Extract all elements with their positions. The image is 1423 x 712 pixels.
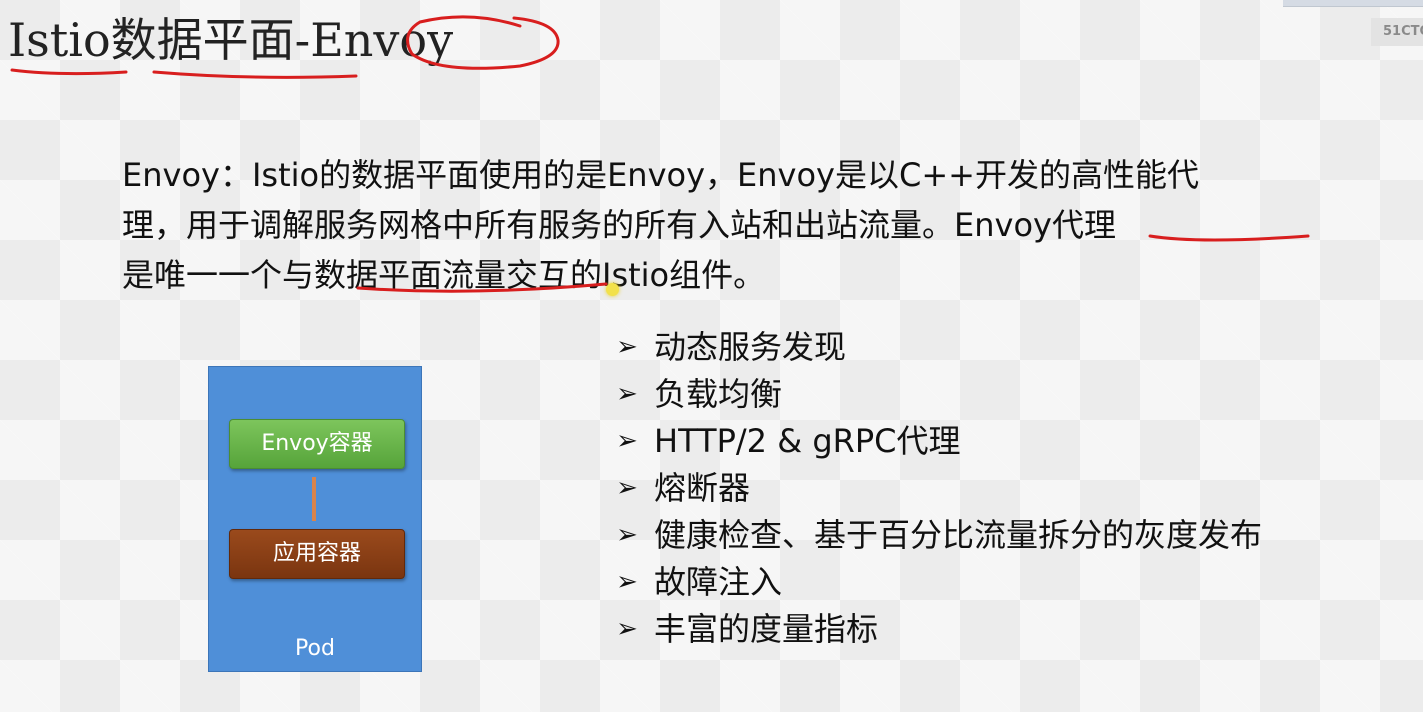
feature-item: ➢ 熔断器 [612,465,1262,512]
feature-label: 动态服务发现 [654,328,847,366]
intro-line-3: 是唯一一个与数据平面流量交互的Istio组件。 [122,256,766,294]
intro-paragraph: Envoy：Istio的数据平面使用的是Envoy，Envoy是以C++开发的高… [122,150,1322,300]
pod-diagram: Envoy容器 应用容器 Pod [208,366,422,672]
feature-label: 熔断器 [654,469,751,507]
feature-item: ➢ HTTP/2 & gRPC代理 [612,418,1262,465]
feature-item: ➢ 负载均衡 [612,371,1262,418]
watermark-logo: 51CTO [1371,18,1423,46]
slide-title: Istio数据平面-Envoy [8,13,454,67]
feature-item: ➢ 丰富的度量指标 [612,606,1262,653]
feature-label: 健康检查、基于百分比流量拆分的灰度发布 [654,516,1263,554]
feature-list: ➢ 动态服务发现 ➢ 负载均衡 ➢ HTTP/2 & gRPC代理 ➢ 熔断器 ➢ 健康检… [612,324,1262,653]
arrow-bullet-icon: ➢ [616,379,638,409]
pod-label: Pod [295,636,335,661]
feature-label: HTTP/2 & gRPC代理 [654,422,961,460]
underline-data-plane [152,70,358,79]
feature-item: ➢ 故障注入 [612,559,1262,606]
laser-pointer [606,283,619,296]
arrow-bullet-icon: ➢ [616,567,638,597]
feature-label: 负载均衡 [654,375,783,413]
feature-item: ➢ 动态服务发现 [612,324,1262,371]
arrow-bullet-icon: ➢ [616,426,638,456]
arrow-bullet-icon: ➢ [616,520,638,550]
window-top-bar [1283,0,1423,7]
intro-line-1: Envoy：Istio的数据平面使用的是Envoy，Envoy是以C++开发的高… [122,156,1199,194]
intro-line-2: 理，用于调解服务网格中所有服务的所有入站和出站流量。Envoy代理 [122,206,1116,244]
envoy-container-box: Envoy容器 [229,419,405,469]
feature-label: 故障注入 [654,563,783,601]
arrow-bullet-icon: ➢ [616,614,638,644]
feature-item: ➢ 健康检查、基于百分比流量拆分的灰度发布 [612,512,1262,559]
container-connector [312,477,316,521]
feature-label: 丰富的度量指标 [654,610,879,648]
arrow-bullet-icon: ➢ [616,332,638,362]
app-container-box: 应用容器 [229,529,405,579]
arrow-bullet-icon: ➢ [616,473,638,503]
